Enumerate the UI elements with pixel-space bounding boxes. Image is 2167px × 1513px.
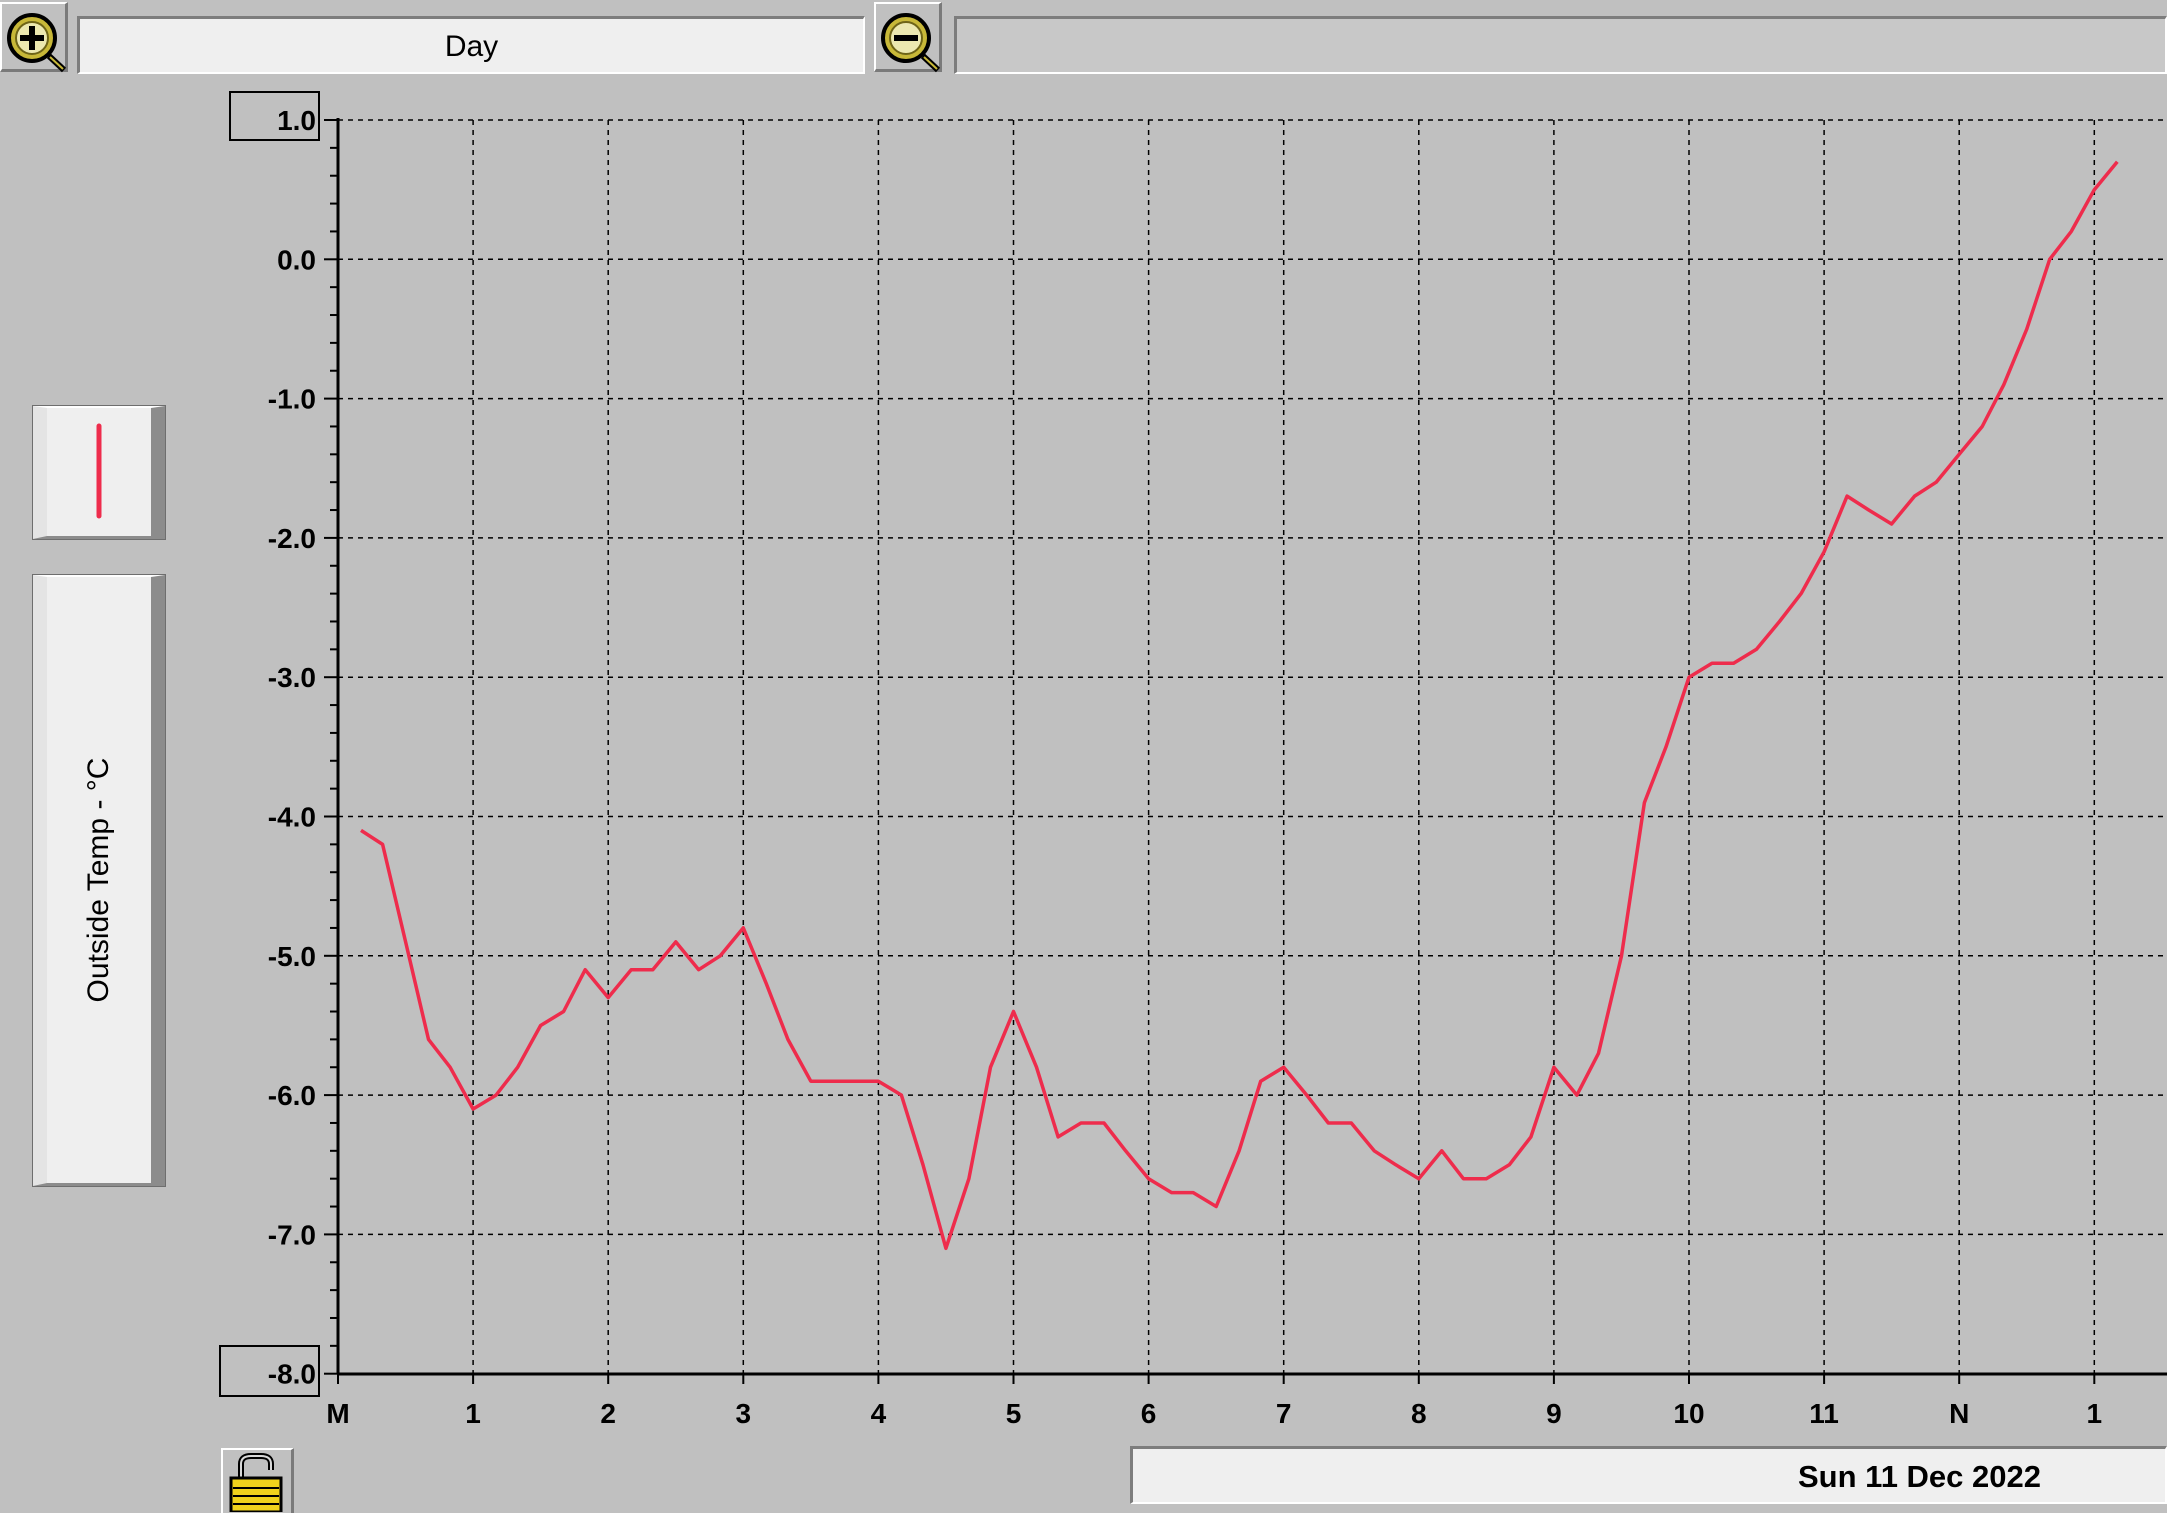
- y-tick-label: -4.0: [268, 802, 316, 833]
- y-tick-label: -6.0: [268, 1080, 316, 1111]
- y-tick-labels: 1.0 0.0 -1.0 -2.0 -3.0 -4.0 -5.0 -6.0 -7.0 -8.0: [268, 105, 316, 1390]
- y-tick-label: -3.0: [268, 662, 316, 693]
- y-tick-label: -1.0: [268, 384, 316, 415]
- chart-window: Day Outside Temp - °C 1.0 0.0 -1.0 -2.0 -3.0…: [0, 0, 2167, 1513]
- lock-button[interactable]: [221, 1448, 294, 1513]
- x-tick-label: 5: [1006, 1398, 1022, 1429]
- y-tick-label: -8.0: [268, 1359, 316, 1390]
- y-tick-label: -7.0: [268, 1219, 316, 1250]
- x-tick-label: 3: [736, 1398, 752, 1429]
- x-tick-labels: M 1 2 3 4 5 6 7 8 9 10 11 N 1: [326, 1398, 2102, 1429]
- x-tick-label: 10: [1673, 1398, 1704, 1429]
- x-tick-label: 1: [465, 1398, 481, 1429]
- x-tick-label: 9: [1546, 1398, 1562, 1429]
- series-line-outside-temp: [360, 160, 2119, 1251]
- x-tick-label: 1: [2087, 1398, 2103, 1429]
- y-tick-label: 1.0: [277, 105, 316, 136]
- date-label: Sun 11 Dec 2022: [1798, 1459, 2041, 1494]
- y-limit-boxes: [219, 91, 320, 1397]
- x-tick-label: 11: [1809, 1398, 1839, 1429]
- y-tick-label: -2.0: [268, 523, 316, 554]
- x-tick-label: M: [326, 1398, 349, 1429]
- series-layer: [360, 160, 2119, 1251]
- date-field[interactable]: Sun 11 Dec 2022: [1130, 1446, 2167, 1504]
- x-tick-label: 8: [1411, 1398, 1427, 1429]
- x-tick-label: 4: [871, 1398, 887, 1429]
- x-tick-label: N: [1949, 1398, 1969, 1429]
- x-tick-label: 7: [1276, 1398, 1292, 1429]
- unlocked-padlock-icon: [229, 1453, 283, 1513]
- chart-axes: [324, 118, 2167, 1384]
- y-tick-label: -5.0: [268, 941, 316, 972]
- chart-grid: [338, 119, 2167, 1374]
- x-tick-label: 2: [600, 1398, 616, 1429]
- temperature-chart: 1.0 0.0 -1.0 -2.0 -3.0 -4.0 -5.0 -6.0 -7.0 -8.0 M…: [219, 91, 2167, 1429]
- y-tick-label: 0.0: [277, 244, 316, 275]
- x-tick-label: 6: [1141, 1398, 1157, 1429]
